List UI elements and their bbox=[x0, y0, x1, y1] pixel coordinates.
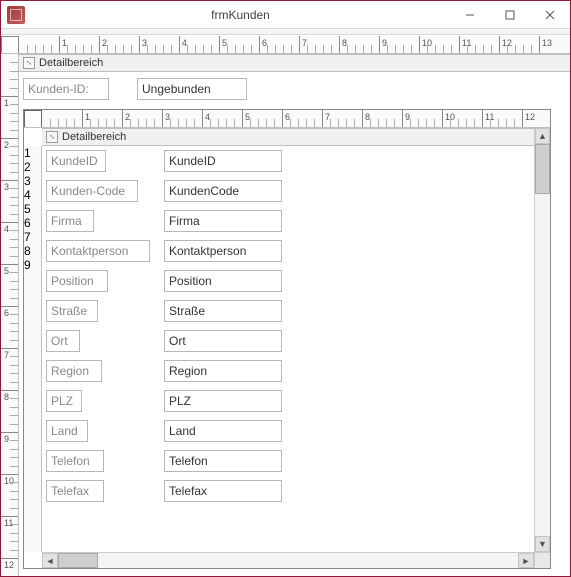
subform-vertical-ruler[interactable]: 123456789 bbox=[24, 146, 42, 552]
field-textbox[interactable]: Telefax bbox=[164, 480, 282, 502]
subform-horizontal-ruler[interactable]: 123456789101112 bbox=[24, 110, 550, 128]
field-textbox[interactable]: Land bbox=[164, 420, 282, 442]
field-textbox[interactable]: KundeID bbox=[164, 150, 282, 172]
section-grip-icon bbox=[46, 131, 58, 143]
scroll-right-arrow-icon[interactable]: ► bbox=[518, 553, 534, 568]
field-textbox[interactable]: Firma bbox=[164, 210, 282, 232]
field-label[interactable]: Firma bbox=[46, 210, 94, 232]
scroll-thumb[interactable] bbox=[58, 553, 98, 568]
toolstrip bbox=[1, 29, 570, 35]
subform-selector[interactable] bbox=[24, 110, 42, 128]
minimize-button[interactable] bbox=[450, 1, 490, 28]
outer-section-label: Detailbereich bbox=[39, 57, 103, 69]
subform-section-label: Detailbereich bbox=[62, 131, 126, 143]
subform-detail-section-bar[interactable]: Detailbereich bbox=[42, 128, 534, 146]
field-textbox[interactable]: Kontaktperson bbox=[164, 240, 282, 262]
field-textbox[interactable]: Position bbox=[164, 270, 282, 292]
outer-vertical-ruler[interactable]: 123456789101112 bbox=[1, 54, 19, 576]
field-textbox[interactable]: Telefon bbox=[164, 450, 282, 472]
scroll-track[interactable] bbox=[58, 553, 518, 568]
kunden-id-label[interactable]: Kunden-ID: bbox=[23, 78, 109, 100]
kunden-id-textbox[interactable]: Ungebunden bbox=[137, 78, 247, 100]
field-label[interactable]: Telefax bbox=[46, 480, 104, 502]
field-label[interactable]: Straße bbox=[46, 300, 98, 322]
field-label[interactable]: KundeID bbox=[46, 150, 106, 172]
scroll-thumb[interactable] bbox=[535, 144, 550, 194]
scroll-corner bbox=[534, 552, 550, 568]
scroll-track[interactable] bbox=[535, 144, 550, 536]
field-label[interactable]: Position bbox=[46, 270, 108, 292]
form-selector[interactable] bbox=[1, 36, 19, 54]
field-label[interactable]: Region bbox=[46, 360, 102, 382]
window-title: frmKunden bbox=[31, 8, 450, 22]
field-label[interactable]: Land bbox=[46, 420, 88, 442]
access-app-icon bbox=[7, 6, 25, 24]
close-button[interactable] bbox=[530, 1, 570, 28]
field-textbox[interactable]: Region bbox=[164, 360, 282, 382]
outer-horizontal-ruler[interactable]: 12345678910111213 bbox=[1, 36, 570, 54]
form-designer-window: frmKunden 12345678910111213 123456789101… bbox=[0, 0, 571, 577]
field-textbox[interactable]: Ort bbox=[164, 330, 282, 352]
design-surface: 12345678910111213 123456789101112 Detail… bbox=[1, 36, 570, 576]
section-grip-icon bbox=[23, 57, 35, 69]
subform-container[interactable]: 123456789101112 Detailbereich 123456789 … bbox=[23, 109, 551, 569]
field-label[interactable]: Kontaktperson bbox=[46, 240, 150, 262]
scroll-down-arrow-icon[interactable]: ▼ bbox=[535, 536, 550, 552]
field-label[interactable]: Telefon bbox=[46, 450, 104, 472]
field-textbox[interactable]: PLZ bbox=[164, 390, 282, 412]
subform-vertical-scrollbar[interactable]: ▲ ▼ bbox=[534, 128, 550, 552]
field-label[interactable]: Ort bbox=[46, 330, 80, 352]
outer-detail-section-bar[interactable]: Detailbereich bbox=[19, 54, 570, 72]
field-textbox[interactable]: KundenCode bbox=[164, 180, 282, 202]
titlebar[interactable]: frmKunden bbox=[1, 1, 570, 29]
outer-canvas[interactable]: Detailbereich Kunden-ID: Ungebunden 1234… bbox=[19, 54, 570, 576]
maximize-button[interactable] bbox=[490, 1, 530, 28]
subform-horizontal-scrollbar[interactable]: ◄ ► bbox=[42, 552, 534, 568]
subform-body[interactable]: KundeID KundeID Kunden-Code KundenCode Firma… bbox=[42, 146, 534, 552]
field-textbox[interactable]: Straße bbox=[164, 300, 282, 322]
field-label[interactable]: Kunden-Code bbox=[46, 180, 138, 202]
scroll-up-arrow-icon[interactable]: ▲ bbox=[535, 128, 550, 144]
scroll-left-arrow-icon[interactable]: ◄ bbox=[42, 553, 58, 568]
field-label[interactable]: PLZ bbox=[46, 390, 82, 412]
